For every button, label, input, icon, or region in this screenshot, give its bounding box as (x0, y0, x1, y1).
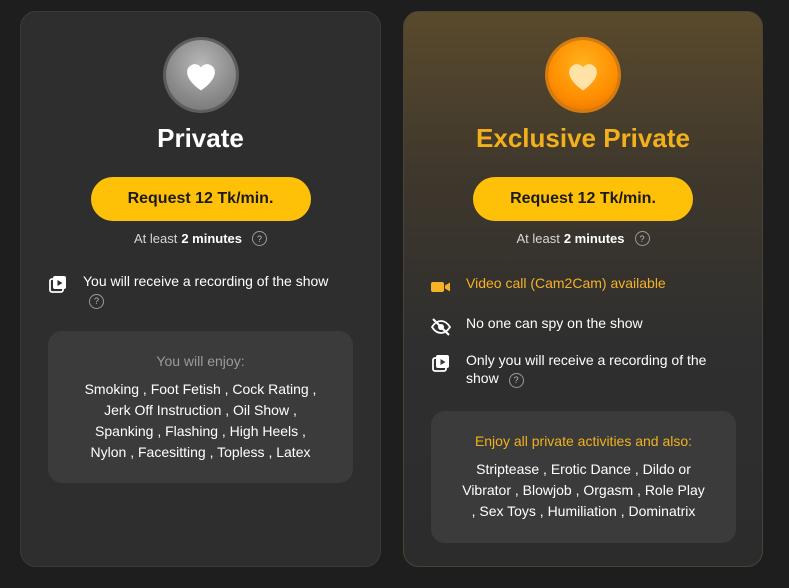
enjoy-line: Jerk Off Instruction , Oil Show , (104, 402, 297, 418)
help-icon[interactable]: ? (89, 293, 104, 309)
exclusive-private-card: Exclusive Private Request 12 Tk/min. At … (403, 11, 763, 567)
request-exclusive-button[interactable]: Request 12 Tk/min. (473, 177, 693, 221)
help-icon[interactable]: ? (634, 231, 650, 246)
duration-value: 2 minutes (563, 231, 625, 246)
heart-badge-icon (548, 40, 618, 110)
enjoy-line: Vibrator , Blowjob , Orgasm , Role Play (462, 482, 705, 498)
video-camera-icon (430, 276, 452, 298)
enjoy-line: Spanking , Flashing , High Heels , (95, 423, 306, 439)
enjoy-panel: You will enjoy: Smoking , Foot Fetish , … (48, 331, 353, 483)
request-private-button[interactable]: Request 12 Tk/min. (90, 177, 311, 221)
duration-note: At least 2 minutes ? (21, 231, 380, 246)
help-icon[interactable]: ? (252, 231, 268, 246)
eye-off-icon (430, 316, 452, 338)
enjoy-list: Smoking , Foot Fetish , Cock Rating , Je… (68, 379, 333, 463)
enjoy-title: You will enjoy: (156, 353, 245, 369)
private-card: Private Request 12 Tk/min. At least 2 mi… (20, 11, 381, 567)
duration-value: 2 minutes (181, 231, 243, 246)
card-title: Exclusive Private (476, 123, 690, 153)
duration-note: At least 2 minutes ? (404, 231, 762, 246)
card-title: Private (157, 123, 244, 153)
feature-text: You will receive a recording of the show… (83, 272, 350, 309)
feature-video-call: Video call (Cam2Cam) available (430, 274, 732, 298)
feature-recording: Only you will receive a recording of the… (430, 351, 732, 388)
enjoy-line: Smoking , Foot Fetish , Cock Rating , (84, 381, 317, 397)
heart-badge-icon (165, 40, 236, 110)
enjoy-list: Striptease , Erotic Dance , Dildo or Vib… (451, 459, 716, 522)
feature-text: No one can spy on the show (466, 315, 643, 331)
duration-prefix: At least (516, 231, 560, 246)
recording-icon (430, 353, 452, 375)
recording-icon (47, 274, 69, 296)
enjoy-line: Nylon , Facesitting , Topless , Latex (90, 444, 311, 460)
duration-prefix: At least (133, 231, 178, 246)
enjoy-panel: Enjoy all private activities and also: S… (431, 411, 736, 543)
feature-text: Video call (Cam2Cam) available (466, 275, 666, 291)
help-icon[interactable]: ? (508, 372, 524, 388)
feature-recording: You will receive a recording of the show… (47, 272, 350, 309)
enjoy-line: , Sex Toys , Humiliation , Dominatrix (471, 503, 696, 519)
feature-text: Only you will receive a recording of the… (466, 352, 707, 388)
enjoy-line: Striptease , Erotic Dance , Dildo or (476, 461, 691, 477)
enjoy-title: Enjoy all private activities and also: (474, 433, 693, 449)
feature-no-spy: No one can spy on the show (430, 314, 732, 338)
